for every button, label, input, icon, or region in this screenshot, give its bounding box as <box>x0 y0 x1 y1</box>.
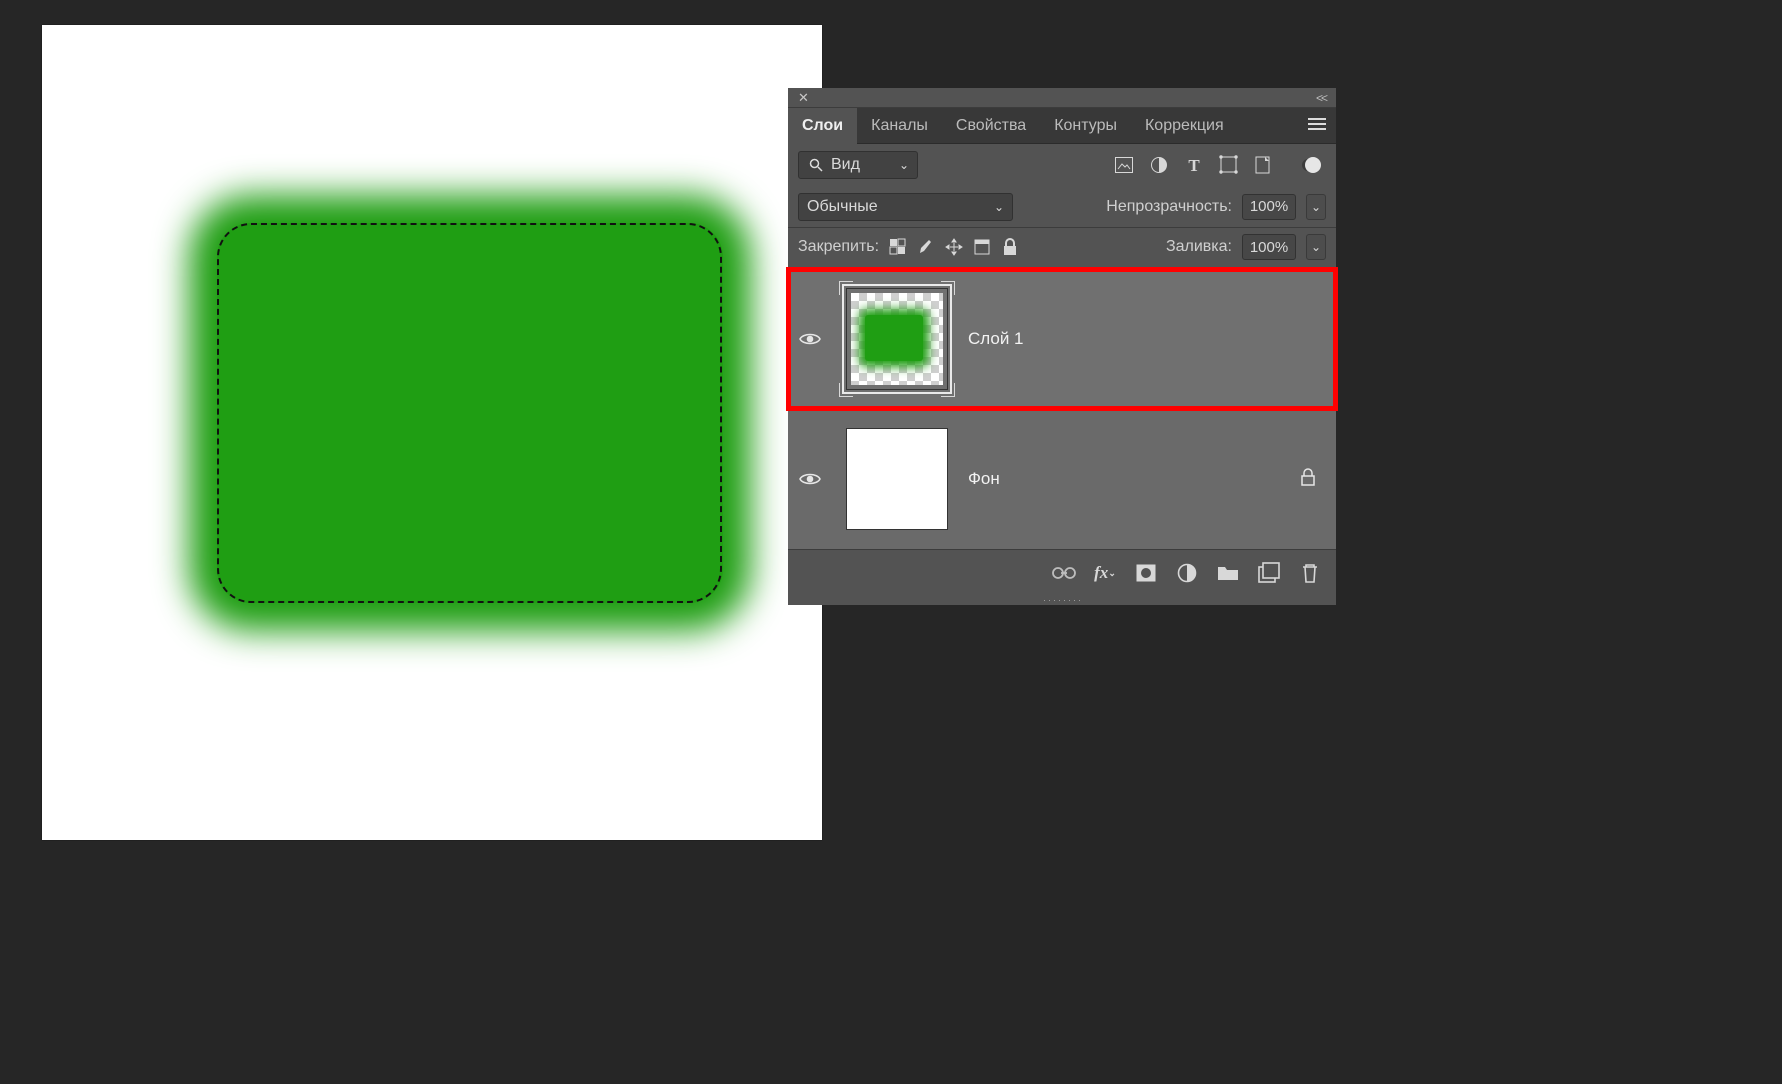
layers-panel: ✕ << Слои Каналы Свойства Контуры Коррек… <box>788 88 1336 605</box>
opacity-label: Непрозрачность: <box>1106 198 1232 216</box>
layer-thumbnail[interactable] <box>846 428 948 530</box>
delete-layer-icon[interactable] <box>1298 561 1322 585</box>
layer-fx-icon[interactable]: fx⌄ <box>1093 561 1117 585</box>
layer-filter-select[interactable]: Вид ⌄ <box>798 151 918 179</box>
image-filter-icon[interactable] <box>1115 156 1133 174</box>
filter-label: Вид <box>831 156 860 174</box>
layer-row-background[interactable]: Фон <box>788 409 1336 549</box>
panel-menu-icon[interactable] <box>1298 117 1336 135</box>
fill-label: Заливка: <box>1166 238 1232 256</box>
lock-brush-icon[interactable] <box>917 238 935 256</box>
shape-filter-icon[interactable] <box>1220 156 1238 174</box>
opacity-value[interactable]: 100% <box>1242 194 1296 220</box>
new-adjustment-icon[interactable] <box>1175 561 1199 585</box>
adjustment-circle-icon[interactable] <box>1150 156 1168 174</box>
visibility-toggle[interactable] <box>794 331 826 347</box>
lock-row: Закрепить: Заливка: 100% ⌄ <box>788 228 1336 269</box>
layer-name[interactable]: Фон <box>968 469 1280 489</box>
close-icon[interactable]: ✕ <box>794 89 813 107</box>
selection-marquee <box>217 223 722 603</box>
chevron-down-icon: ⌄ <box>899 158 909 172</box>
filter-icons: T <box>1115 156 1326 174</box>
new-layer-icon[interactable] <box>1257 561 1281 585</box>
fill-flyout[interactable]: ⌄ <box>1306 234 1326 260</box>
tab-layers[interactable]: Слои <box>788 108 857 144</box>
search-icon <box>807 156 825 174</box>
add-mask-icon[interactable] <box>1134 561 1158 585</box>
collapse-icon[interactable]: << <box>1312 91 1330 105</box>
lock-pixels-icon[interactable] <box>889 238 907 256</box>
visibility-toggle[interactable] <box>794 471 826 487</box>
fill-value[interactable]: 100% <box>1242 234 1296 260</box>
type-filter-icon[interactable]: T <box>1185 156 1203 174</box>
layers-footer: fx⌄ <box>788 549 1336 595</box>
new-group-icon[interactable] <box>1216 561 1240 585</box>
chevron-down-icon: ⌄ <box>994 200 1004 214</box>
panel-tabs: Слои Каналы Свойства Контуры Коррекция <box>788 108 1336 144</box>
layer-thumbnail[interactable] <box>846 288 948 390</box>
layer-name[interactable]: Слой 1 <box>968 329 1316 349</box>
document-canvas[interactable] <box>42 25 822 840</box>
layer-row-layer1[interactable]: Слой 1 <box>788 269 1336 409</box>
lock-artboard-icon[interactable] <box>973 238 991 256</box>
tab-properties[interactable]: Свойства <box>942 108 1040 144</box>
lock-label: Закрепить: <box>798 238 879 256</box>
blend-mode-select[interactable]: Обычные ⌄ <box>798 193 1013 221</box>
blend-mode-label: Обычные <box>807 198 878 216</box>
lock-move-icon[interactable] <box>945 238 963 256</box>
opacity-flyout[interactable]: ⌄ <box>1306 194 1326 220</box>
blend-row: Обычные ⌄ Непрозрачность: 100% ⌄ <box>788 186 1336 228</box>
tab-paths[interactable]: Контуры <box>1040 108 1131 144</box>
panel-titlebar: ✕ << <box>788 88 1336 108</box>
layer-lock-icon[interactable] <box>1300 468 1316 491</box>
link-layers-icon[interactable] <box>1052 561 1076 585</box>
smart-object-icon[interactable] <box>1255 156 1273 174</box>
layers-list: Слой 1 Фон <box>788 269 1336 549</box>
green-shape[interactable] <box>217 223 723 603</box>
filter-toggle[interactable] <box>1302 159 1320 171</box>
panel-grip[interactable] <box>788 595 1336 605</box>
lock-all-icon[interactable] <box>1001 238 1019 256</box>
tab-channels[interactable]: Каналы <box>857 108 942 144</box>
tab-adjustments[interactable]: Коррекция <box>1131 108 1238 144</box>
filter-row: Вид ⌄ T <box>788 144 1336 186</box>
